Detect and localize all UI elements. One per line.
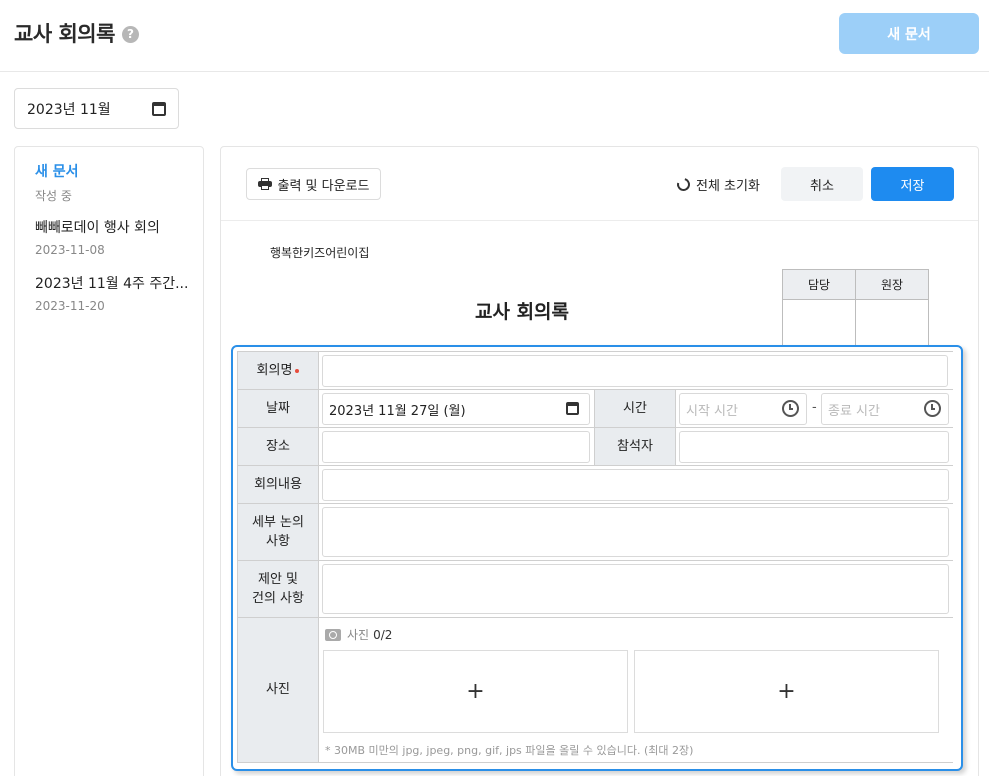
proposals-label: 제안 및 건의 사항 (237, 561, 319, 617)
save-button[interactable]: 저장 (871, 167, 954, 201)
details-input[interactable] (322, 507, 949, 557)
document-item[interactable]: 2023년 11월 4주 주간... 2023-11-20 (35, 273, 188, 313)
reset-all-label: 전체 초기화 (696, 178, 760, 194)
page-header: 교사 회의록 ? 새 문서 (0, 0, 989, 72)
date-value: 2023년 11월 27일 (월) (329, 403, 466, 419)
form-row-meeting-name: 회의명 (237, 352, 953, 390)
document-title: 빼빼로데이 행사 회의 (35, 220, 160, 236)
photo-upload-note: * 30MB 미만의 jpg, jpeg, png, gif, jps 파일을 … (325, 744, 694, 757)
photo-header: 사진 0/2 (325, 626, 392, 643)
document-heading: 교사 회의록 (475, 301, 570, 323)
meeting-form: 회의명 날짜 2023년 11월 27일 (월) 시간 시작 시간 - 종료 시… (231, 345, 963, 771)
approval-header-director: 원장 (855, 269, 929, 300)
location-label: 장소 (237, 428, 319, 465)
form-row-content: 회의내용 (237, 466, 953, 504)
date-label: 날짜 (237, 390, 319, 427)
camera-icon (325, 628, 341, 641)
document-list: 새 문서 작성 중 빼빼로데이 행사 회의 2023-11-08 2023년 1… (14, 146, 204, 776)
calendar-icon[interactable] (566, 402, 579, 415)
proposals-input[interactable] (322, 564, 949, 614)
start-time-placeholder: 시작 시간 (686, 403, 738, 419)
reset-all-button[interactable]: 전체 초기화 (674, 168, 760, 200)
meeting-name-label: 회의명 (237, 352, 319, 389)
required-indicator (295, 368, 300, 373)
photo-count: 0/2 (373, 627, 393, 642)
start-time-input[interactable]: 시작 시간 (679, 393, 807, 425)
location-input[interactable] (322, 431, 590, 463)
meeting-name-input[interactable] (322, 355, 948, 387)
form-row-location-attendees: 장소 참석자 (237, 428, 953, 466)
details-label: 세부 논의 사항 (237, 504, 319, 560)
cancel-button[interactable]: 취소 (781, 167, 863, 201)
refresh-icon (674, 175, 693, 193)
end-time-placeholder: 종료 시간 (828, 403, 880, 419)
form-row-details: 세부 논의 사항 (237, 504, 953, 561)
month-picker[interactable]: 2023년 11월 (14, 88, 179, 129)
document-item-new[interactable]: 새 문서 작성 중 (35, 161, 79, 204)
help-icon[interactable]: ? (121, 25, 139, 43)
clock-icon[interactable] (924, 400, 941, 417)
photo-label: 사진 (237, 618, 319, 762)
calendar-icon[interactable] (152, 101, 166, 116)
document-status: 작성 중 (35, 189, 72, 203)
month-value: 2023년 11월 (27, 101, 111, 118)
add-photo-icon: + (466, 679, 485, 704)
approval-header-manager: 담당 (782, 269, 856, 300)
content-input[interactable] (322, 469, 949, 501)
content-label: 회의내용 (237, 466, 319, 503)
print-download-label: 출력 및 다운로드 (277, 178, 370, 194)
page-title: 교사 회의록 (14, 22, 115, 46)
print-download-button[interactable]: 출력 및 다운로드 (246, 168, 381, 200)
attendees-label: 참석자 (594, 428, 676, 465)
form-row-date-time: 날짜 2023년 11월 27일 (월) 시간 시작 시간 - 종료 시간 (237, 390, 953, 428)
new-document-button[interactable]: 새 문서 (839, 13, 979, 54)
photo-upload-slot[interactable]: + (634, 650, 939, 733)
approval-table: 담당 원장 (782, 269, 929, 350)
document-date: 2023-11-20 (35, 299, 105, 313)
date-input[interactable]: 2023년 11월 27일 (월) (322, 393, 590, 425)
document-item[interactable]: 빼빼로데이 행사 회의 2023-11-08 (35, 217, 160, 257)
document-editor: 출력 및 다운로드 전체 초기화 취소 저장 행복한키즈어린이집 교사 회의록 … (220, 146, 979, 776)
form-row-photos: 사진 사진 0/2 + + * 30MB 미만의 jpg, jpeg, png,… (237, 618, 953, 763)
document-date: 2023-11-08 (35, 243, 105, 257)
approval-sign-manager[interactable] (782, 299, 856, 350)
time-separator: - (812, 400, 817, 415)
attendees-input[interactable] (679, 431, 949, 463)
add-photo-icon: + (777, 679, 796, 704)
approval-sign-director[interactable] (855, 299, 929, 350)
document-title: 새 문서 (35, 164, 79, 180)
form-row-proposals: 제안 및 건의 사항 (237, 561, 953, 618)
document-title: 2023년 11월 4주 주간... (35, 276, 189, 292)
organization-name: 행복한키즈어린이집 (270, 246, 370, 260)
photo-upload-slot[interactable]: + (323, 650, 628, 733)
end-time-input[interactable]: 종료 시간 (821, 393, 949, 425)
time-label: 시간 (594, 390, 676, 427)
clock-icon[interactable] (782, 400, 799, 417)
editor-toolbar: 출력 및 다운로드 전체 초기화 취소 저장 (221, 147, 978, 221)
printer-icon (257, 178, 272, 190)
